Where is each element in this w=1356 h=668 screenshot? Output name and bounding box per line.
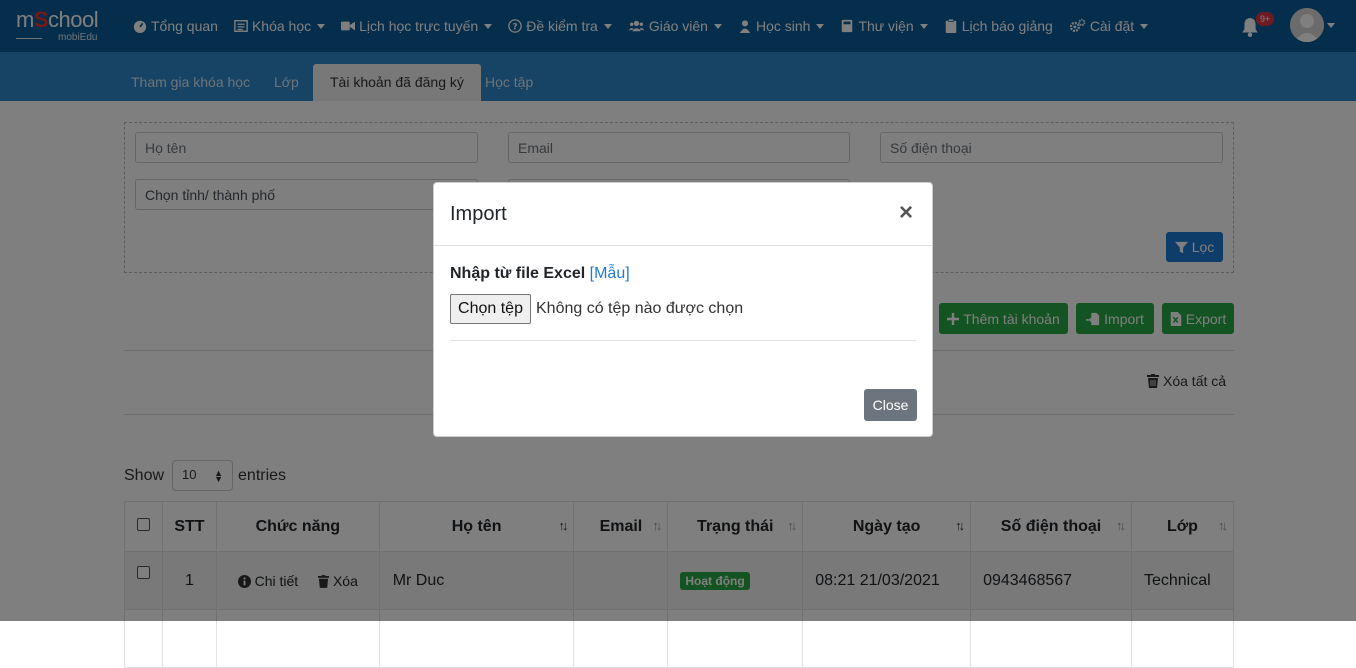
template-link[interactable]: [Mẫu] [590,265,630,282]
close-icon[interactable]: × [899,201,913,225]
import-label-text: Nhập từ file Excel [450,265,586,282]
import-label: Nhập từ file Excel [Mẫu] [450,265,630,283]
import-modal: Import × Nhập từ file Excel [Mẫu] Chọn t… [433,182,933,437]
modal-header: Import × [434,183,932,246]
file-status-text: Không có tệp nào được chọn [536,300,744,317]
choose-file-button[interactable]: Chọn tệp [450,294,531,324]
modal-divider [450,340,916,341]
modal-title: Import [450,203,507,225]
close-button[interactable]: Close [864,389,917,421]
